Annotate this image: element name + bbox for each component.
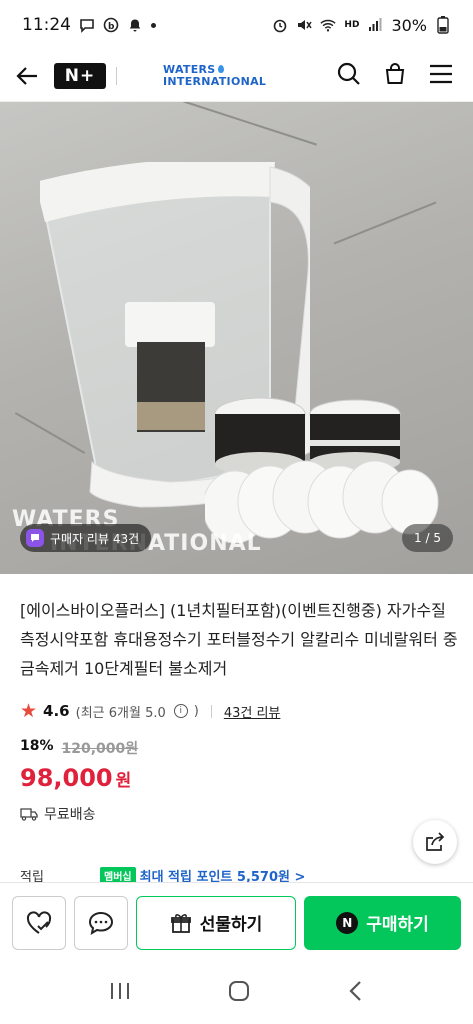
gift-icon — [170, 913, 191, 933]
wishlist-button[interactable] — [12, 895, 66, 950]
store-brand-logo[interactable]: WATERS INTERNATIONAL — [163, 62, 267, 88]
product-title: [에이스바이오플러스] (1년치필터포함)(이벤트진행중) 자가수질측정시약포함… — [20, 601, 458, 678]
menu-button[interactable] — [429, 64, 453, 88]
bottom-action-bar: 선물하기 N 구매하기 — [0, 882, 473, 962]
header-divider — [116, 66, 117, 85]
wall-crack-decoration — [333, 201, 437, 245]
recent-apps-icon — [110, 983, 129, 999]
image-pager: 1 / 5 — [402, 524, 453, 552]
product-image-carousel[interactable]: WATERS INTERNATIONAL 구매자 리뷰 43건 1 / 5 — [0, 102, 473, 574]
share-icon — [426, 832, 445, 851]
search-icon — [337, 62, 360, 85]
review-chat-icon — [26, 529, 44, 547]
sale-price-unit: 원 — [115, 771, 132, 791]
cart-button[interactable] — [383, 62, 407, 90]
naver-pay-icon: N — [336, 911, 359, 934]
star-icon: ★ — [20, 700, 38, 722]
battery-icon — [435, 16, 451, 34]
bell-icon — [127, 17, 143, 33]
hd-voice-label: HD — [344, 20, 360, 30]
mute-icon — [296, 17, 313, 33]
chat-bubble-icon — [88, 911, 114, 935]
naver-plus-logo[interactable]: N+ — [54, 62, 106, 89]
arrow-left-icon — [16, 66, 37, 85]
chevron-left-icon — [349, 981, 361, 1001]
wifi-icon — [320, 17, 337, 33]
shipping-info: 무료배송 — [20, 804, 96, 824]
svg-text:b: b — [108, 22, 115, 32]
sale-price: 98,000 원 — [20, 764, 138, 792]
status-bar: 11:24 b HD 30% — [0, 0, 473, 50]
share-button[interactable] — [413, 820, 457, 864]
review-count-link[interactable]: 43건 리뷰 — [224, 702, 281, 721]
home-button[interactable] — [228, 980, 250, 1006]
rating-sub-close: ) — [193, 703, 199, 719]
buy-button[interactable]: N 구매하기 — [304, 895, 461, 950]
alarm-icon — [272, 17, 288, 33]
naver-plus-text: N+ — [64, 65, 96, 86]
buy-label: 구매하기 — [366, 915, 429, 935]
chat-icon — [79, 17, 95, 33]
truck-icon — [20, 808, 38, 821]
wall-crack-decoration — [183, 102, 317, 146]
shopping-bag-icon — [385, 62, 405, 84]
signal-icon — [367, 17, 383, 33]
brand-line1: WATERS — [163, 62, 216, 76]
hamburger-menu-icon — [430, 64, 452, 83]
rating-sub-text: (최근 6개월 5.0 — [75, 705, 166, 721]
rating-row: ★ 4.6 (최근 6개월 5.0 i ) 43건 리뷰 — [20, 700, 280, 722]
heart-check-icon — [26, 910, 52, 934]
original-price: 120,000원 — [61, 741, 139, 757]
discount-rate: 18% — [20, 738, 54, 754]
shipping-text: 무료배송 — [44, 807, 96, 823]
back-button[interactable] — [0, 50, 54, 102]
chat-inquiry-button[interactable] — [74, 895, 128, 950]
review-chip-text: 구매자 리뷰 43건 — [50, 531, 140, 546]
rating-score: 4.6 — [43, 702, 70, 720]
pager-text: 1 / 5 — [414, 531, 441, 545]
rating-divider — [210, 704, 212, 718]
battery-percent: 30% — [391, 15, 427, 35]
water-drop-icon — [217, 64, 224, 73]
gift-label: 선물하기 — [199, 915, 263, 935]
system-back-button[interactable] — [348, 980, 364, 1006]
buyer-review-chip[interactable]: 구매자 리뷰 43건 — [20, 524, 152, 552]
recent-apps-button[interactable] — [109, 981, 131, 1005]
notification-dot-icon — [151, 22, 156, 28]
system-navigation-bar — [0, 962, 473, 1024]
search-button[interactable] — [337, 62, 361, 90]
b-app-icon: b — [103, 17, 119, 33]
price-box: 18% 120,000원 98,000 원 — [20, 738, 138, 792]
sale-price-value: 98,000 — [20, 764, 113, 792]
home-icon — [229, 981, 250, 1001]
status-time: 11:24 — [22, 15, 71, 35]
info-icon[interactable]: i — [173, 704, 188, 718]
brand-line2: INTERNATIONAL — [163, 74, 267, 88]
gift-button[interactable]: 선물하기 — [136, 895, 296, 950]
app-header: N+ WATERS INTERNATIONAL — [0, 50, 473, 102]
